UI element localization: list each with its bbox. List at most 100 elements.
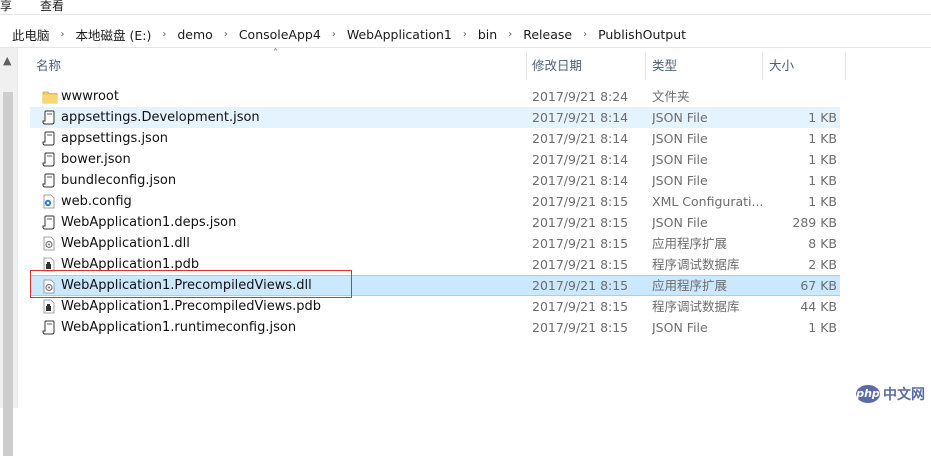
file-size: 67 KB bbox=[800, 278, 837, 293]
tab-view[interactable]: 查看 bbox=[40, 0, 64, 14]
scroll-up-icon[interactable]: ▲ bbox=[3, 54, 11, 67]
file-size: 1 KB bbox=[808, 152, 837, 167]
pdb-file-icon bbox=[42, 299, 56, 314]
breadcrumb-item[interactable]: bin bbox=[476, 27, 499, 42]
column-size[interactable]: 大小 bbox=[763, 52, 846, 80]
vertical-scrollbar[interactable]: ▲ bbox=[0, 48, 18, 456]
breadcrumb: 此电脑 › 本地磁盘 (E:) › demo › ConsoleApp4 › WebApplic… bbox=[10, 25, 688, 44]
file-type: JSON File bbox=[652, 131, 708, 146]
file-type: 文件夹 bbox=[652, 89, 690, 104]
folder-icon bbox=[42, 89, 58, 104]
file-size: 1 KB bbox=[808, 320, 837, 335]
json-file-icon bbox=[42, 131, 56, 146]
tab-share[interactable]: 享 bbox=[0, 0, 12, 14]
file-size: 1 KB bbox=[808, 131, 837, 146]
breadcrumb-item[interactable]: 此电脑 bbox=[10, 25, 52, 44]
breadcrumb-item[interactable]: PublishOutput bbox=[596, 27, 688, 42]
chevron-right-icon[interactable]: › bbox=[499, 29, 521, 40]
file-row[interactable]: web.config 2017/9/21 8:15 XML Configurati.… bbox=[30, 191, 840, 212]
file-type: JSON File bbox=[652, 173, 708, 188]
scroll-thumb[interactable] bbox=[3, 92, 13, 456]
json-file-icon bbox=[42, 320, 56, 335]
chevron-right-icon[interactable]: › bbox=[574, 29, 596, 40]
breadcrumb-item[interactable]: demo bbox=[175, 27, 214, 42]
chevron-right-icon[interactable]: › bbox=[323, 29, 345, 40]
watermark: php 中文网 bbox=[856, 384, 925, 404]
column-date[interactable]: 修改日期 bbox=[526, 52, 646, 80]
chevron-right-icon[interactable]: › bbox=[215, 29, 237, 40]
file-type: JSON File bbox=[652, 110, 708, 125]
file-row[interactable]: WebApplication1.dll 2017/9/21 8:15 应用程序扩展 8… bbox=[30, 233, 840, 254]
breadcrumb-item[interactable]: ConsoleApp4 bbox=[237, 27, 323, 42]
file-type: XML Configurati... bbox=[652, 194, 762, 209]
file-size: 1 KB bbox=[808, 194, 837, 209]
file-row[interactable]: wwwroot 2017/9/21 8:24 文件夹 bbox=[30, 86, 840, 107]
file-date: 2017/9/21 8:14 bbox=[532, 173, 629, 188]
file-row[interactable]: appsettings.Development.json 2017/9/21 8:… bbox=[30, 107, 840, 128]
file-name: wwwroot bbox=[61, 89, 119, 104]
file-list: wwwroot 2017/9/21 8:24 文件夹 appsettings.Deve… bbox=[30, 86, 840, 338]
json-file-icon bbox=[42, 173, 56, 188]
config-file-icon bbox=[42, 194, 56, 209]
file-type: 程序调试数据库 bbox=[652, 299, 740, 314]
file-row[interactable]: WebApplication1.runtimeconfig.json 2017/9… bbox=[30, 317, 840, 338]
file-name: bower.json bbox=[61, 152, 131, 167]
file-type: 应用程序扩展 bbox=[652, 278, 728, 293]
chevron-right-icon[interactable]: › bbox=[153, 29, 175, 40]
file-size: 44 KB bbox=[800, 299, 837, 314]
file-name: WebApplication1.runtimeconfig.json bbox=[61, 320, 297, 335]
json-file-icon bbox=[42, 152, 56, 167]
column-name[interactable]: 名称 bbox=[30, 52, 527, 80]
ribbon-tabs: 享 查看 bbox=[0, 0, 931, 15]
file-date: 2017/9/21 8:14 bbox=[532, 131, 629, 146]
file-name: bundleconfig.json bbox=[61, 173, 177, 188]
file-row[interactable]: bower.json 2017/9/21 8:14 JSON File 1 KB bbox=[30, 149, 840, 170]
file-row[interactable]: appsettings.json 2017/9/21 8:14 JSON File 1… bbox=[30, 128, 840, 149]
chevron-right-icon[interactable]: › bbox=[454, 29, 476, 40]
column-header: 名称 ˄ 修改日期 类型 大小 bbox=[18, 48, 848, 80]
breadcrumb-item[interactable]: 本地磁盘 (E:) bbox=[74, 25, 154, 44]
file-name: appsettings.json bbox=[61, 131, 169, 146]
file-type: JSON File bbox=[652, 320, 708, 335]
breadcrumb-item[interactable]: WebApplication1 bbox=[345, 27, 454, 42]
file-date: 2017/9/21 8:15 bbox=[532, 278, 629, 293]
breadcrumb-item[interactable]: Release bbox=[521, 27, 574, 42]
file-date: 2017/9/21 8:15 bbox=[532, 236, 629, 251]
file-name: WebApplication1.deps.json bbox=[61, 215, 237, 230]
file-name: web.config bbox=[61, 194, 132, 209]
file-row[interactable]: bundleconfig.json 2017/9/21 8:14 JSON File… bbox=[30, 170, 840, 191]
file-date: 2017/9/21 8:14 bbox=[532, 110, 629, 125]
chevron-right-icon[interactable]: › bbox=[52, 29, 74, 40]
highlight-annotation bbox=[30, 270, 352, 298]
file-date: 2017/9/21 8:24 bbox=[532, 89, 629, 104]
file-date: 2017/9/21 8:15 bbox=[532, 320, 629, 335]
file-row[interactable]: WebApplication1.deps.json 2017/9/21 8:15 J… bbox=[30, 212, 840, 233]
file-date: 2017/9/21 8:15 bbox=[532, 194, 629, 209]
json-file-icon bbox=[42, 215, 56, 230]
address-bar[interactable]: 此电脑 › 本地磁盘 (E:) › demo › ConsoleApp4 › WebApplic… bbox=[0, 18, 931, 48]
file-date: 2017/9/21 8:15 bbox=[532, 215, 629, 230]
file-date: 2017/9/21 8:15 bbox=[532, 257, 629, 272]
file-type: JSON File bbox=[652, 215, 708, 230]
file-name: WebApplication1.PrecompiledViews.pdb bbox=[61, 299, 322, 314]
sort-ascending-icon: ˄ bbox=[273, 48, 278, 59]
file-name: appsettings.Development.json bbox=[61, 110, 260, 125]
column-type[interactable]: 类型 bbox=[646, 52, 763, 80]
file-size: 1 KB bbox=[808, 110, 837, 125]
file-size: 2 KB bbox=[808, 257, 837, 272]
file-size: 1 KB bbox=[808, 173, 837, 188]
json-file-icon bbox=[42, 110, 56, 125]
file-name: WebApplication1.dll bbox=[61, 236, 190, 251]
file-size: 8 KB bbox=[808, 236, 837, 251]
file-row[interactable]: WebApplication1.PrecompiledViews.pdb 2017… bbox=[30, 296, 840, 317]
file-size bbox=[765, 86, 837, 107]
file-date: 2017/9/21 8:14 bbox=[532, 152, 629, 167]
file-type: 程序调试数据库 bbox=[652, 257, 740, 272]
watermark-text: 中文网 bbox=[883, 387, 925, 403]
file-size: 289 KB bbox=[792, 215, 837, 230]
file-type: 应用程序扩展 bbox=[652, 236, 728, 251]
dll-file-icon bbox=[42, 236, 56, 251]
file-type: JSON File bbox=[652, 152, 708, 167]
file-date: 2017/9/21 8:15 bbox=[532, 299, 629, 314]
php-logo: php bbox=[856, 385, 880, 403]
